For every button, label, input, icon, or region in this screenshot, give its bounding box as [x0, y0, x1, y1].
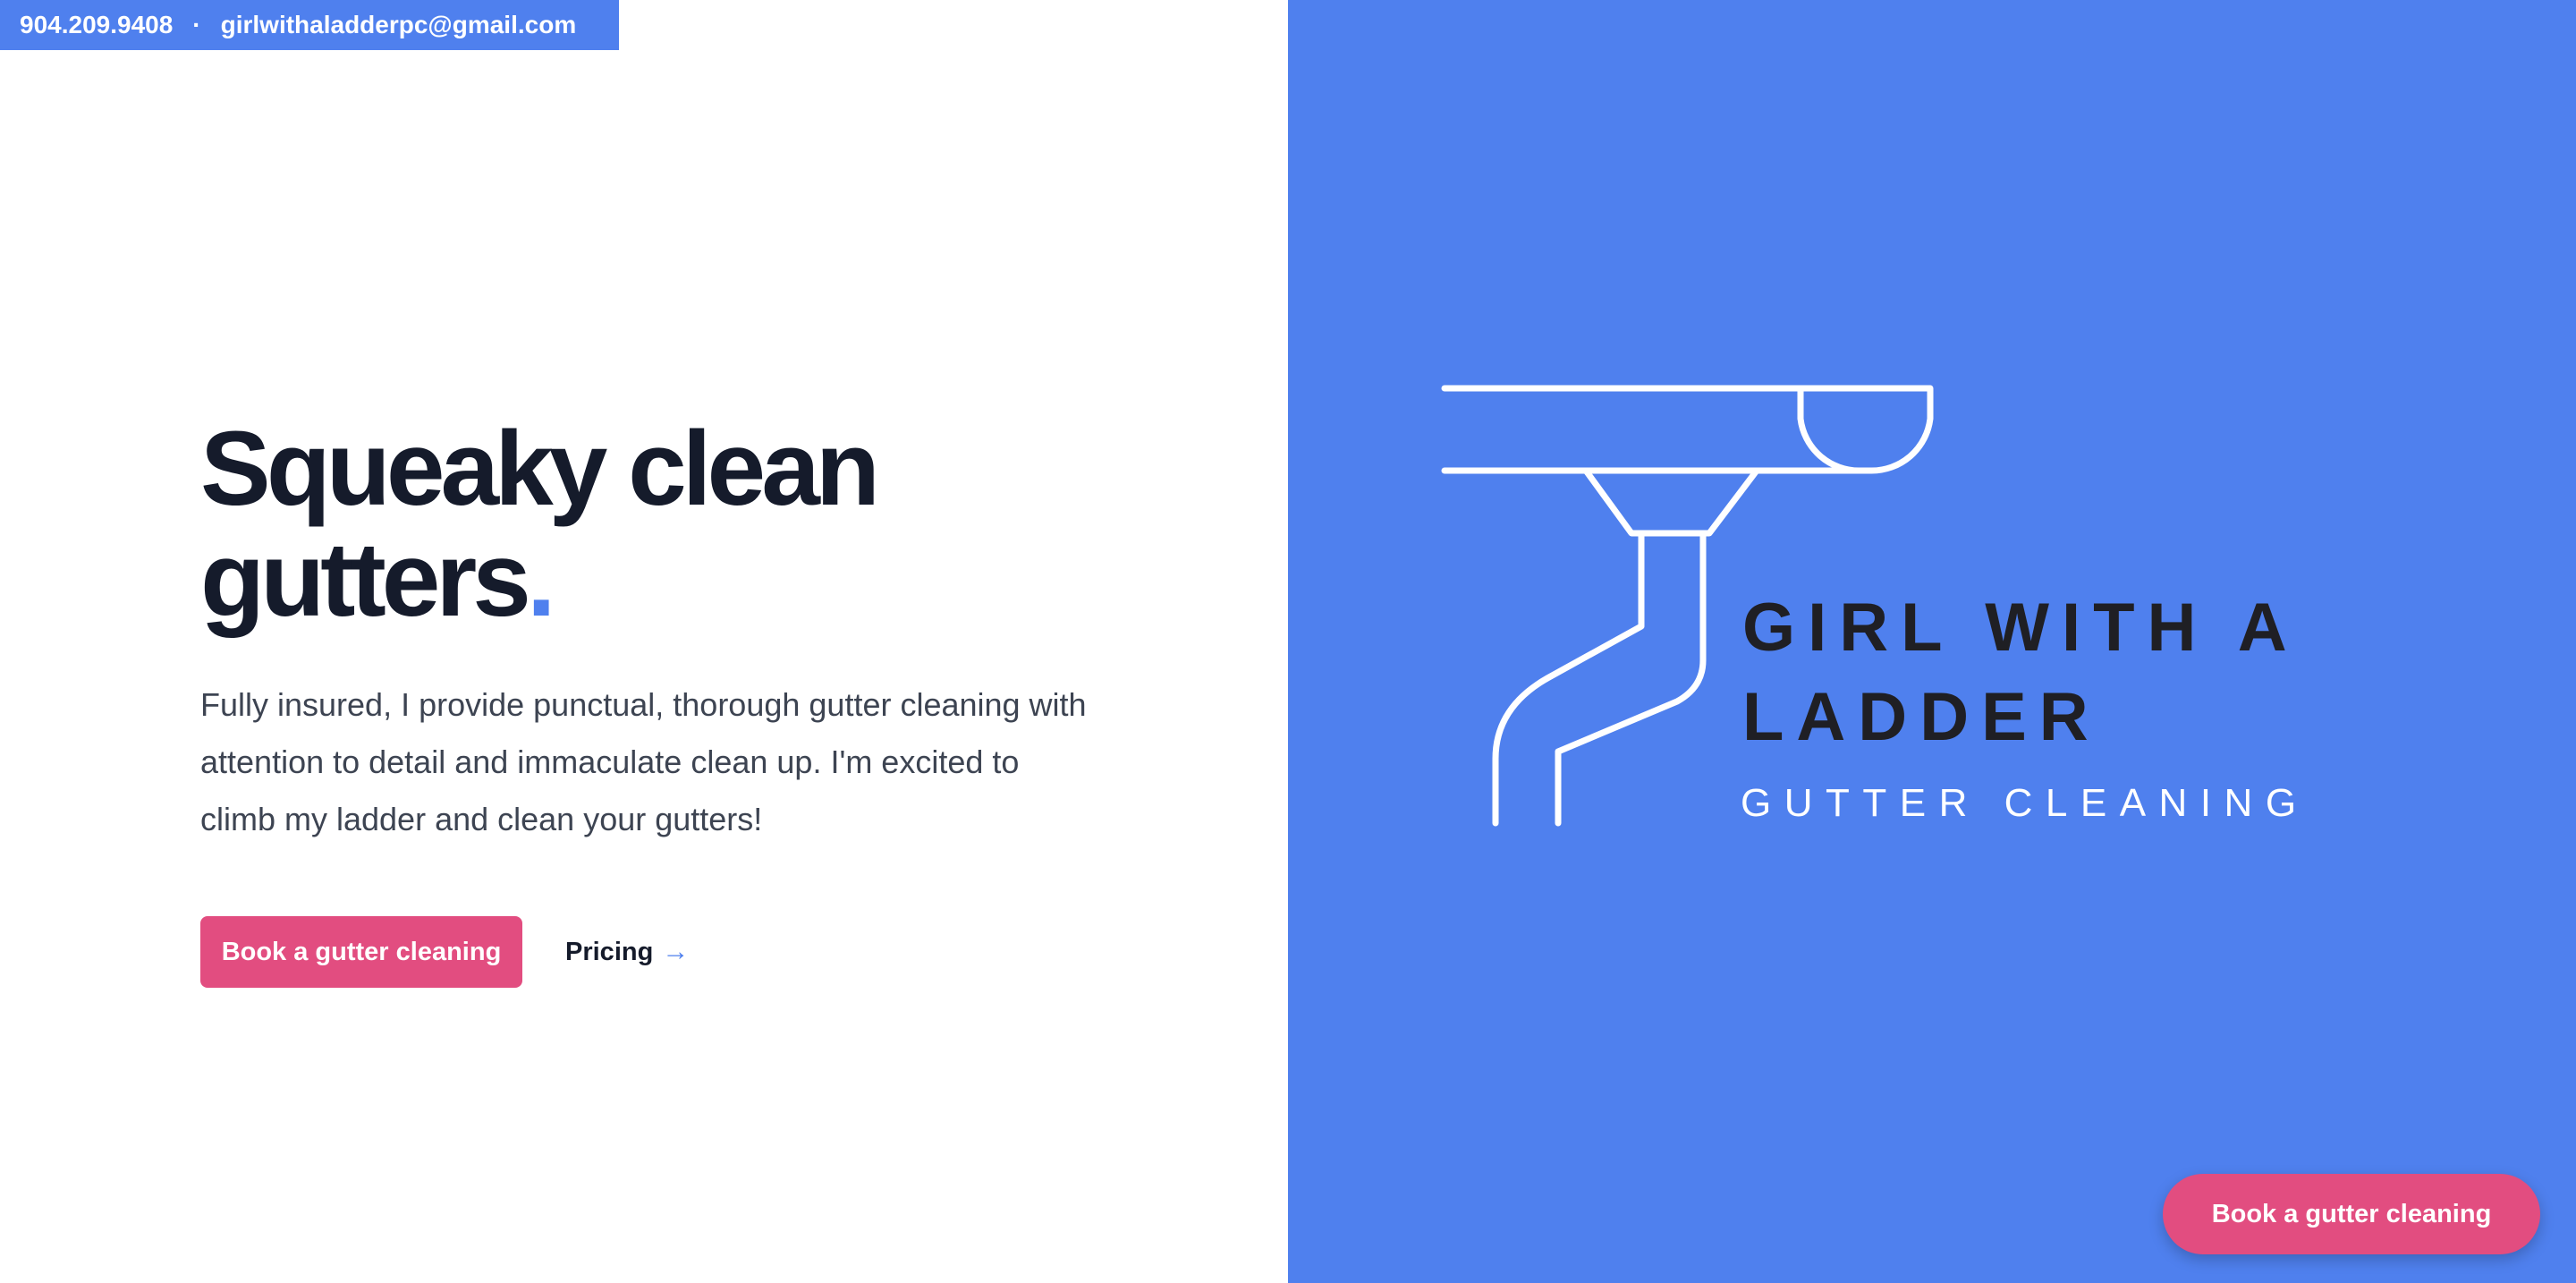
headline-dot: .: [526, 521, 556, 639]
arrow-right-icon: →: [662, 937, 690, 966]
email-address[interactable]: girlwithaladderpc@gmail.com: [221, 11, 577, 39]
logo-subtitle: GUTTER CLEANING: [1741, 781, 2309, 825]
pricing-link-label: Pricing: [565, 937, 654, 966]
hero-panel: 904.209.9408 · girlwithaladderpc@gmail.c…: [0, 0, 1288, 1283]
headline-line-2: gutters: [200, 521, 531, 639]
pricing-link[interactable]: Pricing →: [565, 934, 689, 970]
book-gutter-cleaning-button[interactable]: Book a gutter cleaning: [200, 916, 522, 988]
headline-line-1: Squeaky clean: [200, 410, 880, 528]
logo-title: GIRL WITH A LADDER: [1742, 590, 2297, 755]
phone-number[interactable]: 904.209.9408: [20, 11, 173, 39]
contact-separator: ·: [192, 11, 201, 38]
floating-book-button[interactable]: Book a gutter cleaning: [2163, 1174, 2540, 1254]
hero-description: Fully insured, I provide punctual, thoro…: [200, 686, 1087, 837]
hero-headline: Squeaky clean gutters.: [200, 410, 880, 635]
contact-bar: 904.209.9408 · girlwithaladderpc@gmail.c…: [0, 0, 619, 50]
landing-page: 904.209.9408 · girlwithaladderpc@gmail.c…: [0, 0, 2576, 1283]
